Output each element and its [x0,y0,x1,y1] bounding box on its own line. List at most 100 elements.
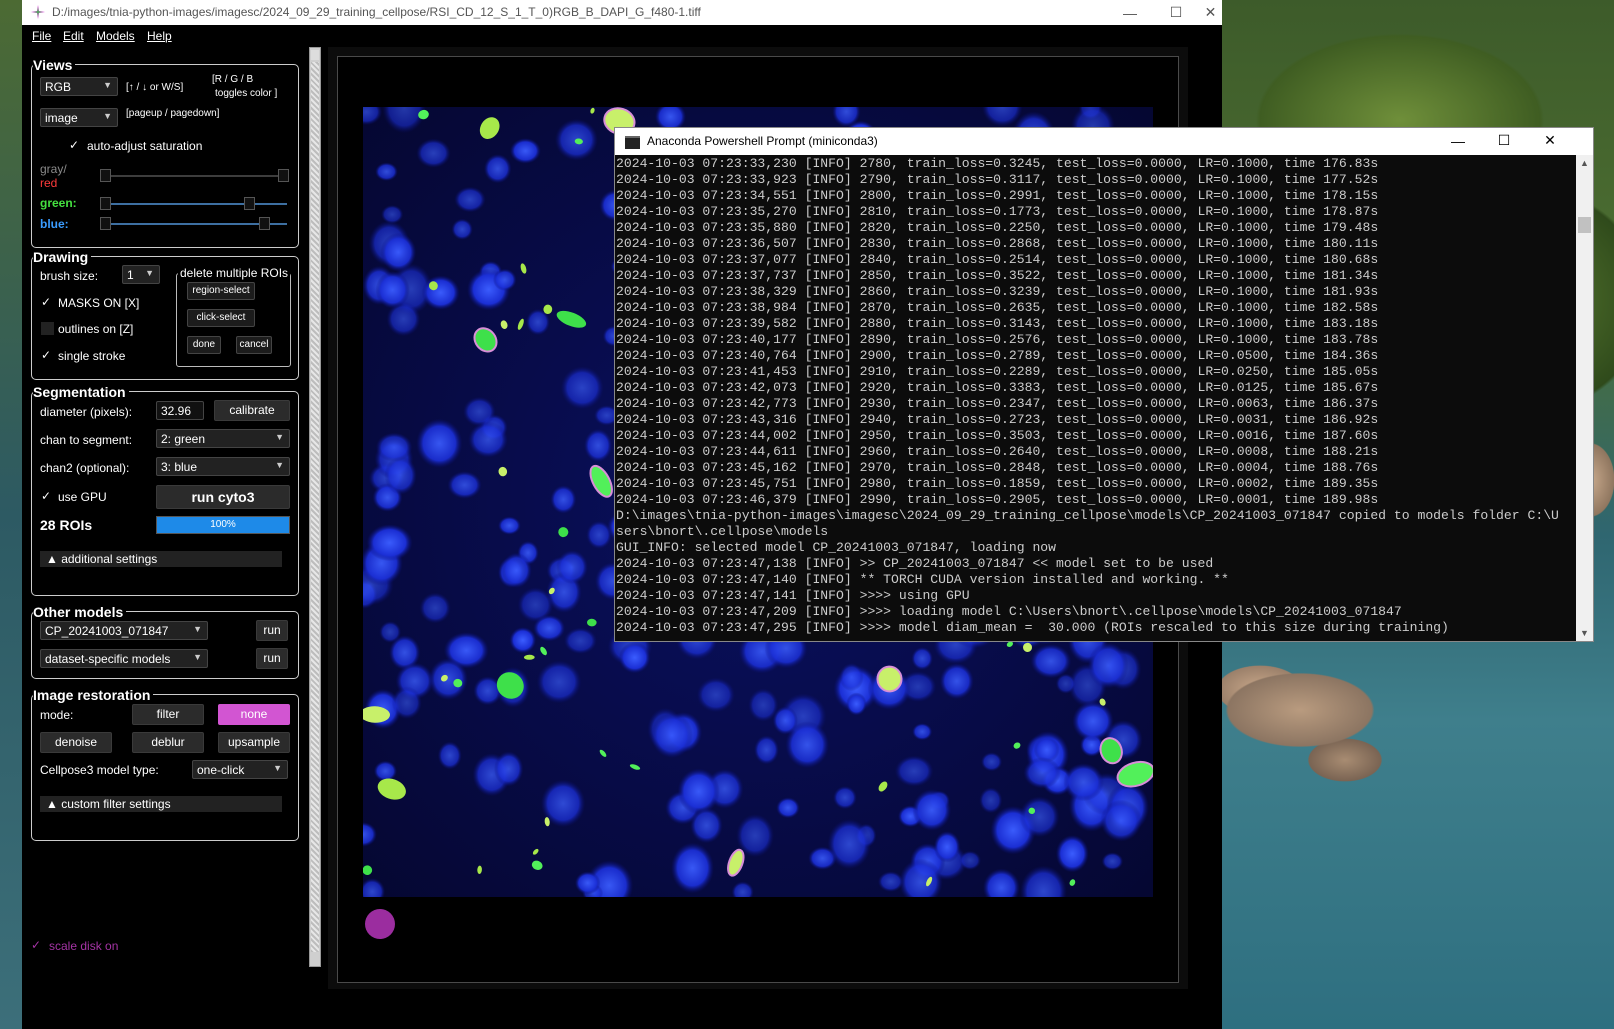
dataset-models-select[interactable]: dataset-specific models ▼ [40,649,208,668]
green-slider-max-handle[interactable] [244,197,255,210]
terminal-icon [625,136,640,149]
maximize-button[interactable]: ☐ [1153,0,1199,25]
chan2-select[interactable]: 3: blue ▼ [156,457,290,476]
console-line: 2024-10-03 07:23:47,140 [INFO] ** TORCH … [616,572,1229,587]
outlines-on-label: outlines on [Z] [58,322,134,336]
nucleus [912,789,952,831]
filter-button[interactable]: filter [132,704,204,725]
outlines-on-checkbox[interactable] [41,322,54,335]
close-button[interactable]: ✕ [1199,0,1222,25]
chevron-down-icon: ▼ [273,763,282,773]
console-line: 2024-10-03 07:23:41,453 [INFO] 2910, tra… [616,364,1379,379]
nucleus [827,819,871,870]
scale-disk-checkbox[interactable]: ✓ [31,939,44,952]
console-line: 2024-10-03 07:23:36,507 [INFO] 2830, tra… [616,236,1379,251]
menu-models[interactable]: Models [96,29,135,43]
mode-label: mode: [40,708,74,722]
panel-scrollbar-track[interactable] [311,62,319,952]
console-line: 2024-10-03 07:23:37,077 [INFO] 2840, tra… [616,252,1379,267]
nucleus [979,787,1003,814]
auto-adjust-label: auto-adjust saturation [87,139,203,153]
cellpose-titlebar[interactable]: D:/images/tnia-python-images/imagesc/202… [22,0,1222,25]
menu-edit[interactable]: Edit [63,29,84,43]
image-restoration-panel: Image restoration mode: filter none deno… [31,687,299,841]
console-line: 2024-10-03 07:23:45,162 [INFO] 2970, tra… [616,460,1379,475]
gray-slider-track[interactable] [102,175,287,177]
nucleus [586,520,612,549]
nucleus [416,138,451,168]
custom-model-select[interactable]: CP_20241003_071847 ▼ [40,621,208,640]
chevron-down-icon: ▼ [103,111,112,121]
upsample-button[interactable]: upsample [218,732,290,753]
green-slider-track[interactable] [102,203,287,205]
region-select-button[interactable]: region-select [187,282,255,300]
use-gpu-checkbox[interactable]: ✓ [41,490,54,503]
console-line: 2024-10-03 07:23:38,984 [INFO] 2870, tra… [616,300,1379,315]
cellpose-app-icon [31,5,45,19]
nucleus [1019,796,1060,838]
custom-filter-settings-toggle[interactable]: ▲ custom filter settings [40,796,282,812]
done-button[interactable]: done [187,336,221,354]
chevron-down-icon: ▼ [103,80,112,90]
minimize-button[interactable]: — [1107,0,1153,25]
console-line: 2024-10-03 07:23:40,177 [INFO] 2890, tra… [616,332,1379,347]
run-custom-model-button[interactable]: run [256,620,288,641]
panel-scrollbar[interactable] [309,47,321,967]
chan2-label: chan2 (optional): [40,461,130,475]
nucleus [437,741,462,770]
additional-settings-toggle[interactable]: ▲ additional settings [40,551,282,567]
blue-slider-min-handle[interactable] [100,217,111,230]
auto-adjust-checkbox[interactable]: ✓ [69,139,82,152]
panel-scrollbar-up[interactable] [311,50,319,60]
click-select-button[interactable]: click-select [187,309,255,327]
nucleus [690,807,723,844]
nucleus [618,641,651,674]
nucleus [877,871,904,892]
scroll-down-icon[interactable]: ▼ [1580,628,1589,638]
scroll-up-icon[interactable]: ▲ [1580,158,1589,168]
nucleus [894,755,934,787]
menu-file[interactable]: File [32,29,51,43]
console-line: 2024-10-03 07:23:46,379 [INFO] 2990, tra… [616,492,1379,507]
console-line: 2024-10-03 07:23:42,773 [INFO] 2930, tra… [616,396,1379,411]
blue-slider-max-handle[interactable] [259,217,270,230]
console-maximize-button[interactable]: ☐ [1481,128,1527,153]
console-titlebar[interactable]: Anaconda Powershell Prompt (miniconda3) … [615,128,1593,155]
nucleus [366,524,413,562]
cancel-button[interactable]: cancel [236,336,272,354]
gray-slider-max-handle[interactable] [278,169,289,182]
calibrate-button[interactable]: calibrate [214,400,290,421]
console-minimize-button[interactable]: — [1435,128,1481,153]
console-line: GUI_INFO: selected model CP_20241003_071… [616,540,1057,555]
single-stroke-checkbox[interactable]: ✓ [41,349,54,362]
run-dataset-model-button[interactable]: run [256,648,288,669]
diameter-input[interactable]: 32.96 [156,401,204,420]
gray-slider-min-handle[interactable] [100,169,111,182]
nucleus [933,831,961,863]
page-hint: [pageup / pagedown] [126,108,220,119]
denoise-button[interactable]: denoise [40,732,112,753]
chevron-down-icon: ▼ [275,432,284,442]
nucleus [671,842,714,894]
color-mode-select[interactable]: RGB ▼ [40,77,118,96]
model-type-select[interactable]: one-click ▼ [192,760,288,779]
masks-on-checkbox[interactable]: ✓ [41,296,54,309]
deblur-button[interactable]: deblur [132,732,204,753]
console-scrollbar-thumb[interactable] [1578,217,1591,233]
green-slider-min-handle[interactable] [100,197,111,210]
menu-help[interactable]: Help [147,29,172,43]
nucleus [428,658,468,701]
chan-segment-select[interactable]: 2: green ▼ [156,429,290,448]
console-output[interactable]: 2024-10-03 07:23:33,230 [INFO] 2780, tra… [615,156,1576,640]
none-button[interactable]: none [218,704,290,725]
console-scrollbar[interactable]: ▲ ▼ [1576,155,1593,641]
display-select[interactable]: image ▼ [40,108,118,127]
nucleus [468,421,508,458]
brush-size-select[interactable]: 1 ▼ [122,265,160,284]
run-cyto3-button[interactable]: run cyto3 [156,485,290,509]
menu-bar: File Edit Models Help [22,25,1222,47]
nucleus [1100,799,1142,842]
console-line: 2024-10-03 07:23:33,230 [INFO] 2780, tra… [616,156,1379,171]
console-close-button[interactable]: ✕ [1527,128,1573,153]
nucleus [1030,644,1072,679]
